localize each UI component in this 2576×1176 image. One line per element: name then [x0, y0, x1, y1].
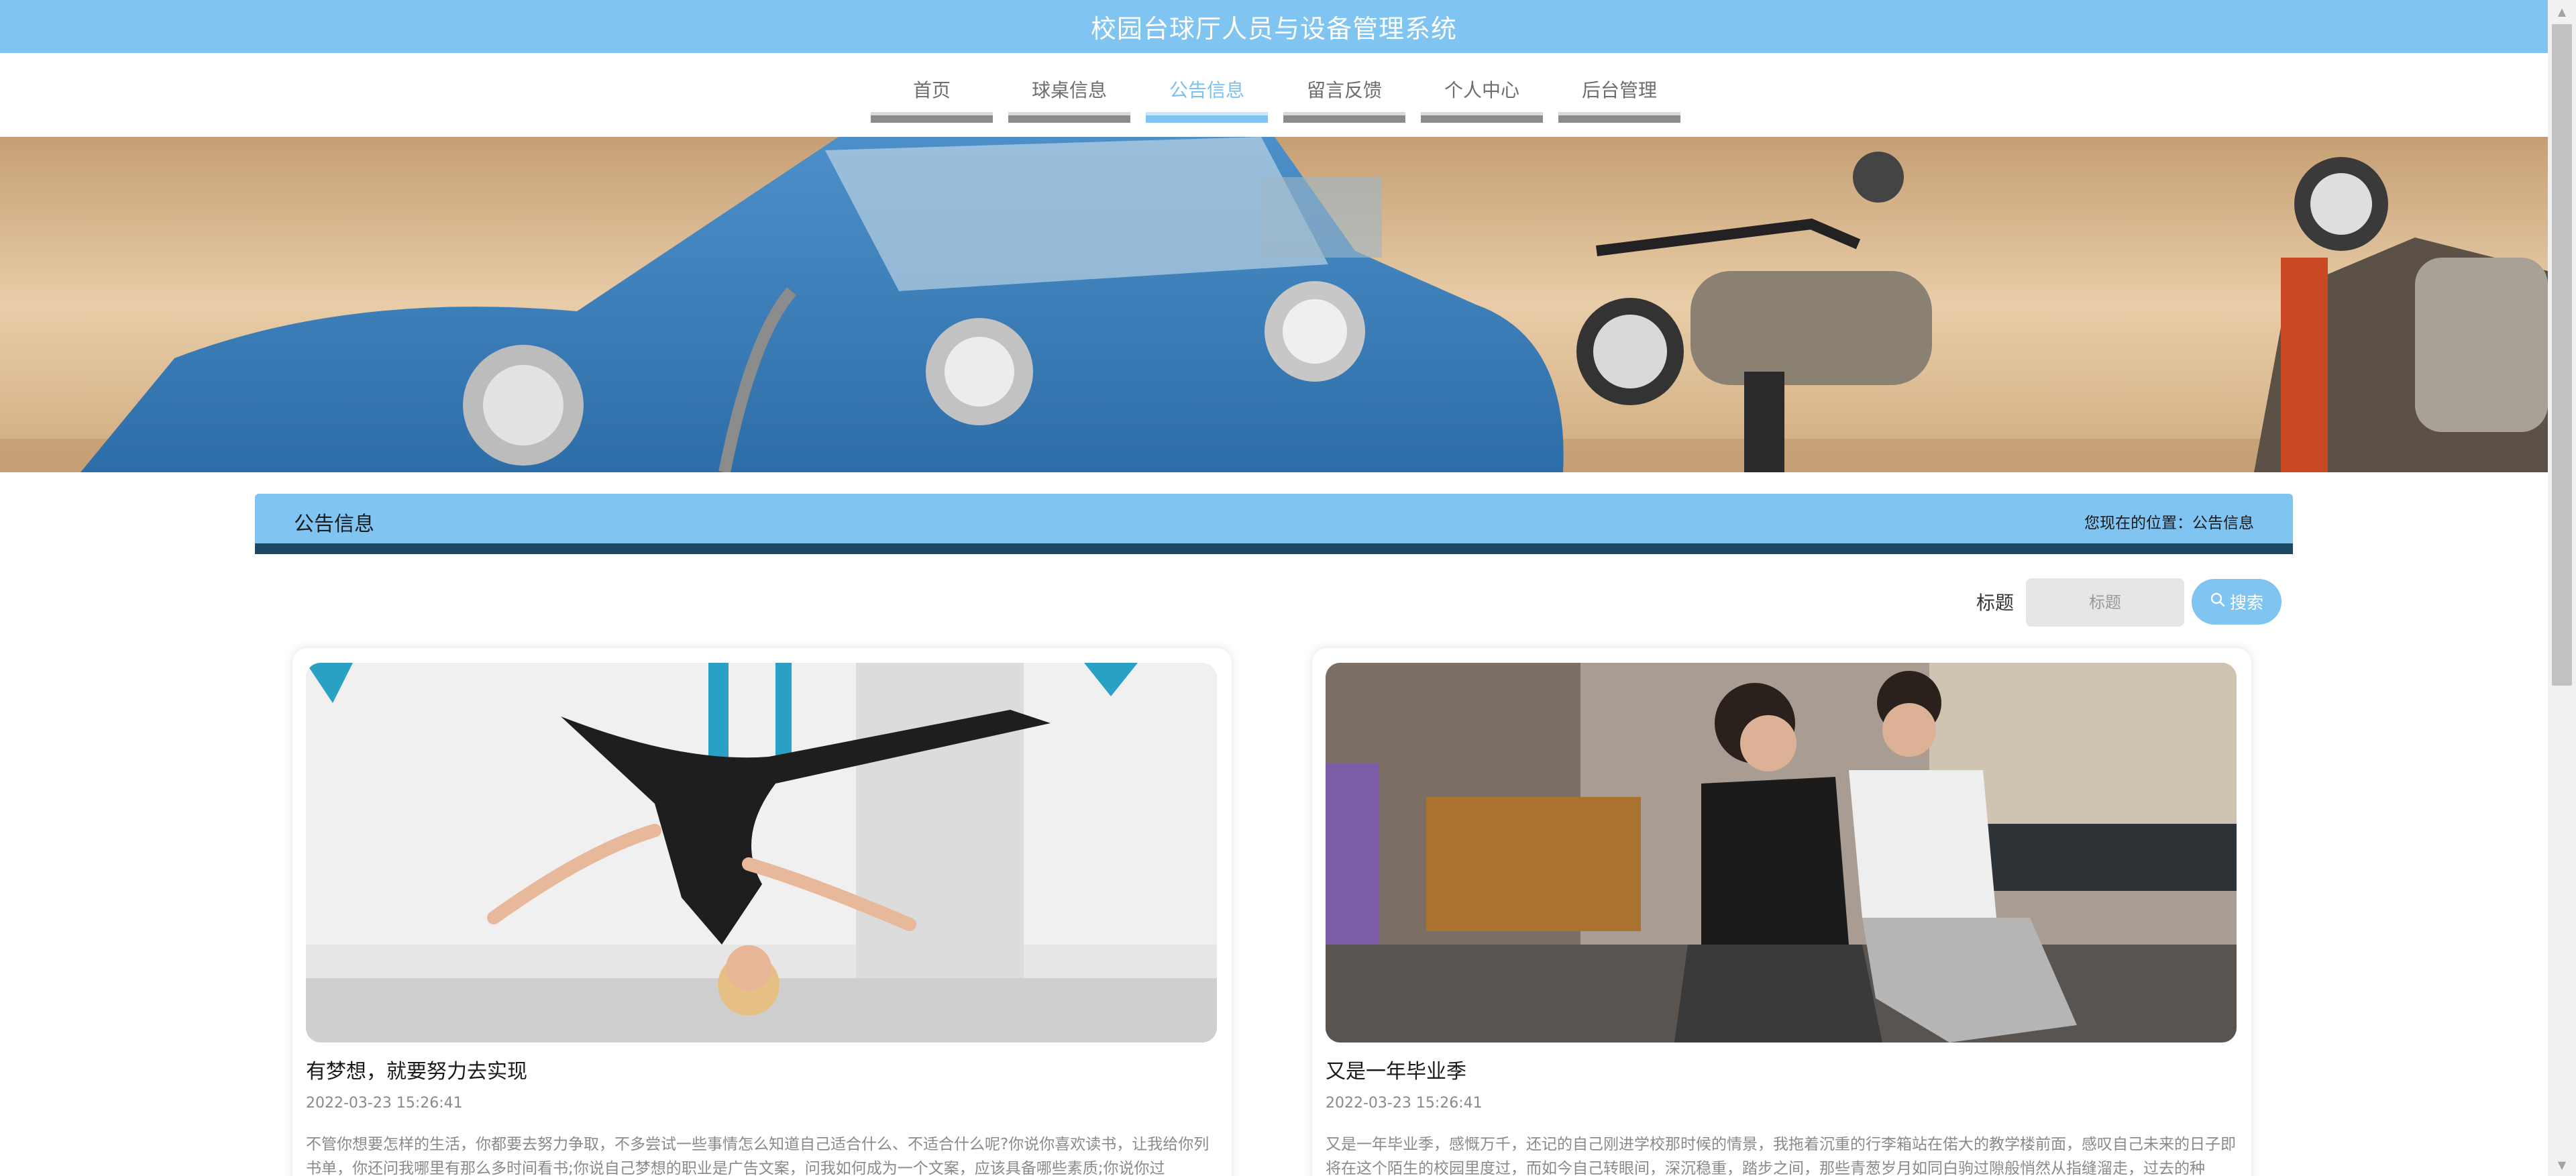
scroll-down-arrow-icon[interactable]: ▼	[2548, 1153, 2576, 1176]
search-input[interactable]	[2026, 578, 2184, 627]
nav-item-underline	[1558, 112, 1680, 123]
breadcrumb: 您现在的位置：公告信息	[2084, 515, 2254, 532]
nav-item-underline	[1283, 112, 1405, 123]
notice-image-illustration	[1326, 663, 2237, 1043]
banner-illustration	[0, 137, 2548, 472]
notice-date: 2022-03-23 15:26:41	[1326, 1095, 1483, 1112]
page-scrollbar[interactable]: ▲ ▼	[2548, 0, 2576, 1176]
notice-image	[1326, 663, 2237, 1043]
nav-item-underline	[1146, 112, 1268, 123]
page: 校园台球厅人员与设备管理系统 首页 球桌信息 公告信息 留言反馈 个人中心 后台…	[0, 0, 2548, 1176]
scroll-thumb[interactable]	[2552, 24, 2572, 686]
nav-item-underline	[1008, 112, 1130, 123]
nav-item-label: 后台管理	[1581, 79, 1657, 101]
search-button[interactable]: 搜索	[2192, 579, 2282, 625]
nav-item-underline	[1421, 112, 1543, 123]
notice-card[interactable]: 又是一年毕业季 2022-03-23 15:26:41 又是一年毕业季，感慨万千…	[1312, 648, 2251, 1176]
notice-summary: 不管你想要怎样的生活，你都要去努力争取，不多尝试一些事情怎么知道自己适合什么、不…	[306, 1136, 1210, 1176]
nav-item-admin[interactable]: 后台管理	[1558, 74, 1680, 123]
notice-title[interactable]: 有梦想，就要努力去实现	[306, 1055, 527, 1084]
nav-item-label: 公告信息	[1169, 79, 1244, 101]
scroll-up-arrow-icon[interactable]: ▲	[2548, 0, 2576, 23]
nav-item-notices[interactable]: 公告信息	[1146, 74, 1268, 123]
notice-summary: 又是一年毕业季，感慨万千，还记的自己刚进学校那时候的情景，我拖着沉重的行李箱站在…	[1326, 1136, 2236, 1176]
search-button-label: 搜索	[2229, 594, 2263, 612]
notice-card[interactable]: 有梦想，就要努力去实现 2022-03-23 15:26:41 不管你想要怎样的…	[292, 648, 1232, 1176]
search-icon	[2210, 592, 2226, 612]
nav-item-feedback[interactable]: 留言反馈	[1283, 74, 1405, 123]
search-label: 标题	[1976, 592, 2015, 614]
site-title: 校园台球厅人员与设备管理系统	[1090, 14, 1457, 44]
notice-title[interactable]: 又是一年毕业季	[1326, 1055, 1466, 1084]
nav-item-profile[interactable]: 个人中心	[1421, 74, 1543, 123]
nav-items: 首页 球桌信息 公告信息 留言反馈 个人中心 后台管理	[871, 74, 1680, 123]
nav-item-underline	[871, 112, 993, 123]
section-header: 公告信息 您现在的位置：公告信息	[255, 494, 2293, 554]
nav-item-label: 留言反馈	[1306, 79, 1382, 101]
banner-image	[0, 137, 2548, 472]
nav-item-tables[interactable]: 球桌信息	[1008, 74, 1130, 123]
nav-item-label: 首页	[912, 79, 951, 101]
notice-image	[306, 663, 1217, 1043]
section-title: 公告信息	[294, 513, 374, 536]
nav-item-home[interactable]: 首页	[871, 74, 993, 123]
nav-item-label: 球桌信息	[1031, 79, 1107, 101]
top-title-bar: 校园台球厅人员与设备管理系统	[0, 0, 2548, 53]
notice-image-illustration	[306, 663, 1217, 1043]
notice-date: 2022-03-23 15:26:41	[306, 1095, 463, 1112]
main-nav: 首页 球桌信息 公告信息 留言反馈 个人中心 后台管理	[0, 53, 2548, 137]
nav-item-label: 个人中心	[1444, 79, 1519, 101]
